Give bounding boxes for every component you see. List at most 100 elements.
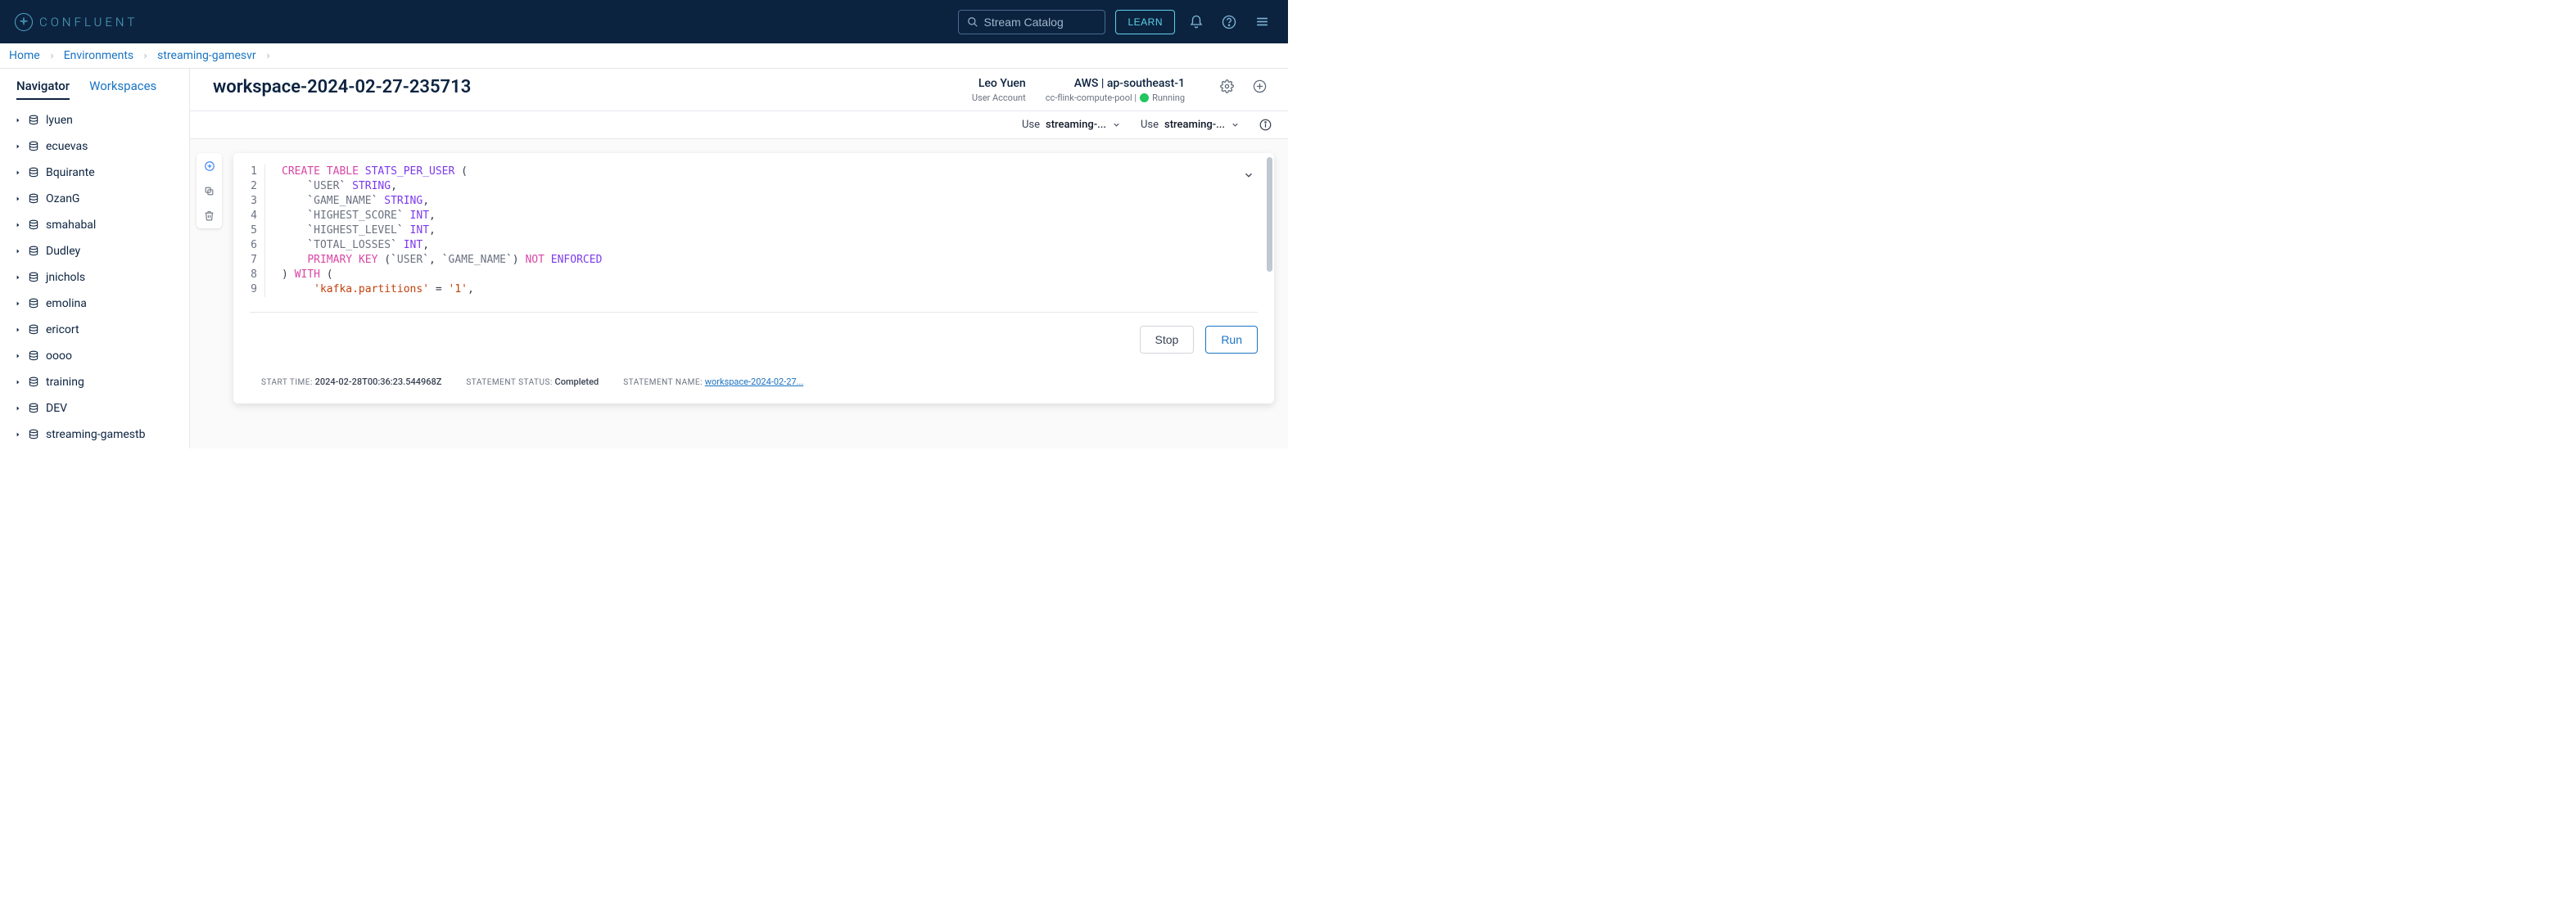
sidebar-item-label: training (46, 376, 84, 389)
sidebar-item[interactable]: ecuevas (0, 133, 189, 160)
tab-workspaces[interactable]: Workspaces (89, 79, 156, 99)
database-icon (28, 272, 40, 283)
database-icon (28, 403, 40, 414)
user-name: Leo Yuen (978, 77, 1026, 90)
settings-icon[interactable] (1218, 77, 1236, 95)
workspace-title: workspace-2024-02-27-235713 (213, 77, 471, 97)
stmt-status-value: Completed (555, 376, 599, 387)
brand[interactable]: CONFLUENT (15, 13, 138, 31)
database-icon (28, 193, 40, 205)
learn-button[interactable]: LEARN (1115, 10, 1175, 34)
sidebar-item-label: Bquirante (46, 166, 95, 179)
chevron-down-icon (1231, 120, 1240, 129)
editor-toolbar (197, 153, 222, 228)
info-icon[interactable] (1259, 119, 1272, 131)
sidebar-item[interactable]: lyuen (0, 107, 189, 133)
stop-button[interactable]: Stop (1140, 326, 1195, 354)
env-name: AWS | ap-southeast-1 (1074, 77, 1185, 90)
editor-card: 123456789 CREATE TABLE STATS_PER_USER ( … (233, 153, 1274, 403)
code-editor[interactable]: 123456789 CREATE TABLE STATS_PER_USER ( … (233, 153, 1274, 297)
sidebar-item[interactable]: ericort (0, 317, 189, 343)
crumb-home[interactable]: Home (9, 49, 40, 62)
breadcrumb: Home Environments streaming-gamesvr (0, 43, 1288, 69)
sidebar-item[interactable]: DEV (0, 395, 189, 421)
use-database-dropdown[interactable]: Use streaming-... (1141, 119, 1240, 131)
chevron-down-icon (1112, 120, 1121, 129)
stmt-status-label: STATEMENT STATUS: (466, 378, 552, 387)
caret-right-icon (15, 353, 22, 359)
user-sub: User Account (972, 92, 1026, 103)
sidebar-item-label: OzanG (46, 192, 79, 205)
menu-icon[interactable] (1250, 11, 1273, 34)
sidebar-item[interactable]: streaming-gamestb (0, 421, 189, 448)
copy-icon[interactable] (204, 186, 215, 196)
sidebar-item-label: oooo (46, 349, 72, 363)
search-box[interactable] (958, 10, 1105, 34)
use-label-1: Use (1022, 119, 1040, 131)
sidebar-item[interactable]: Bquirante (0, 160, 189, 186)
sidebar-item[interactable]: smahabal (0, 212, 189, 238)
database-icon (28, 219, 40, 231)
env-meta: AWS | ap-southeast-1 cc-flink-compute-po… (1046, 77, 1185, 103)
caret-right-icon (15, 117, 22, 124)
sidebar: Navigator Workspaces lyuen ecuevas Bquiran… (0, 69, 190, 448)
brand-logo-icon (15, 13, 33, 31)
env-pool: cc-flink-compute-pool | (1046, 92, 1137, 103)
code-content[interactable]: CREATE TABLE STATS_PER_USER ( `USER` STR… (265, 165, 602, 297)
help-icon[interactable] (1218, 11, 1241, 34)
sidebar-item[interactable]: jnichols (0, 264, 189, 291)
caret-right-icon (15, 274, 22, 281)
sidebar-item[interactable]: Dudley (0, 238, 189, 264)
chevron-right-icon (264, 52, 272, 60)
caret-right-icon (15, 405, 22, 412)
sidebar-tabs: Navigator Workspaces (0, 69, 189, 99)
search-input[interactable] (983, 16, 1096, 29)
sidebar-item-label: jnichols (46, 271, 85, 284)
stmt-name-link[interactable]: workspace-2024-02-27... (705, 376, 804, 387)
sidebar-item-label: DEV (46, 402, 67, 415)
crumb-env-name[interactable]: streaming-gamesvr (157, 49, 256, 62)
add-icon[interactable] (1250, 77, 1268, 95)
use-label-2: Use (1141, 119, 1159, 131)
add-cell-icon[interactable] (204, 160, 215, 172)
use-value-1: streaming-... (1046, 119, 1106, 131)
use-catalog-dropdown[interactable]: Use streaming-... (1022, 119, 1121, 131)
caret-right-icon (15, 196, 22, 202)
sidebar-item[interactable]: oooo (0, 343, 189, 369)
sidebar-item[interactable]: OzanG (0, 186, 189, 212)
use-value-2: streaming-... (1164, 119, 1225, 131)
database-icon (28, 141, 40, 152)
sidebar-item-label: ericort (46, 323, 79, 336)
user-meta: Leo Yuen User Account (972, 77, 1026, 103)
crumb-environments[interactable]: Environments (64, 49, 133, 62)
collapse-icon[interactable] (1243, 169, 1254, 181)
database-icon (28, 429, 40, 440)
caret-right-icon (15, 169, 22, 176)
sidebar-item-label: ecuevas (46, 140, 88, 153)
run-button[interactable]: Run (1205, 326, 1258, 354)
sidebar-item[interactable]: training (0, 369, 189, 395)
database-icon (28, 115, 40, 126)
notifications-icon[interactable] (1185, 11, 1208, 34)
caret-right-icon (15, 431, 22, 438)
chevron-right-icon (48, 52, 56, 60)
status-row: START TIME: 2024-02-28T00:36:23.544968Z … (233, 362, 1274, 395)
brand-text: CONFLUENT (39, 15, 138, 29)
tab-navigator[interactable]: Navigator (16, 79, 70, 99)
workspace-panel: workspace-2024-02-27-235713 Leo Yuen Use… (190, 69, 1288, 448)
database-icon (28, 298, 40, 309)
sidebar-tree: lyuen ecuevas Bquirante OzanG smahabal Dudley… (0, 99, 189, 448)
scrollbar-thumb[interactable] (1267, 157, 1272, 272)
trash-icon[interactable] (204, 210, 215, 221)
caret-right-icon (15, 222, 22, 228)
status-dot-icon (1140, 93, 1149, 102)
caret-right-icon (15, 143, 22, 150)
sidebar-item-label: Dudley (46, 245, 80, 258)
sidebar-item[interactable]: emolina (0, 291, 189, 317)
sidebar-item-label: smahabal (46, 219, 96, 232)
topbar: CONFLUENT LEARN (0, 0, 1288, 43)
chevron-right-icon (142, 52, 149, 60)
sidebar-item-label: streaming-gamestb (46, 428, 145, 441)
sidebar-item-label: emolina (46, 297, 87, 310)
sidebar-item-label: lyuen (46, 114, 73, 127)
